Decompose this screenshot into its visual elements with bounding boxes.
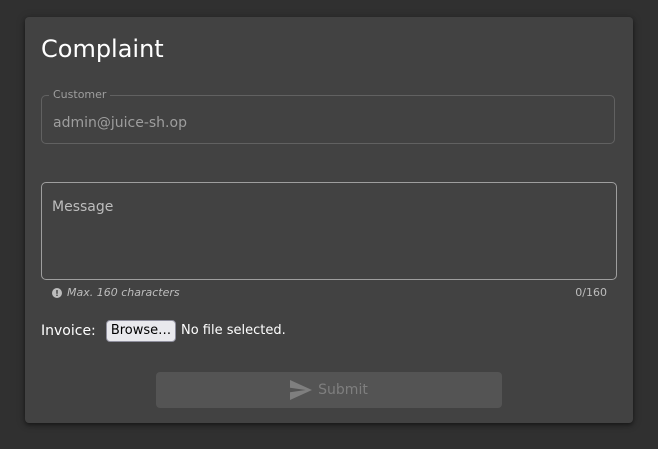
- customer-value: admin@juice-sh.op: [53, 115, 187, 131]
- message-hint: Max. 160 characters: [52, 286, 180, 300]
- submit-label: Submit: [318, 382, 368, 398]
- page-title: Complaint: [41, 35, 164, 63]
- file-status: No file selected.: [181, 323, 286, 338]
- send-icon: [290, 380, 313, 400]
- browse-button[interactable]: Browse…: [106, 320, 176, 342]
- info-icon: [52, 288, 62, 298]
- message-field[interactable]: [41, 182, 617, 280]
- complaint-card: Complaint Customer admin@juice-sh.op Max…: [25, 17, 633, 423]
- character-counter: 0/160: [575, 286, 607, 299]
- customer-field: Customer admin@juice-sh.op: [41, 88, 615, 144]
- message-input[interactable]: [42, 183, 616, 279]
- message-hint-text: Max. 160 characters: [67, 286, 180, 299]
- invoice-label: Invoice:: [41, 323, 96, 339]
- submit-button[interactable]: Submit: [156, 372, 502, 408]
- customer-label: Customer: [49, 88, 111, 102]
